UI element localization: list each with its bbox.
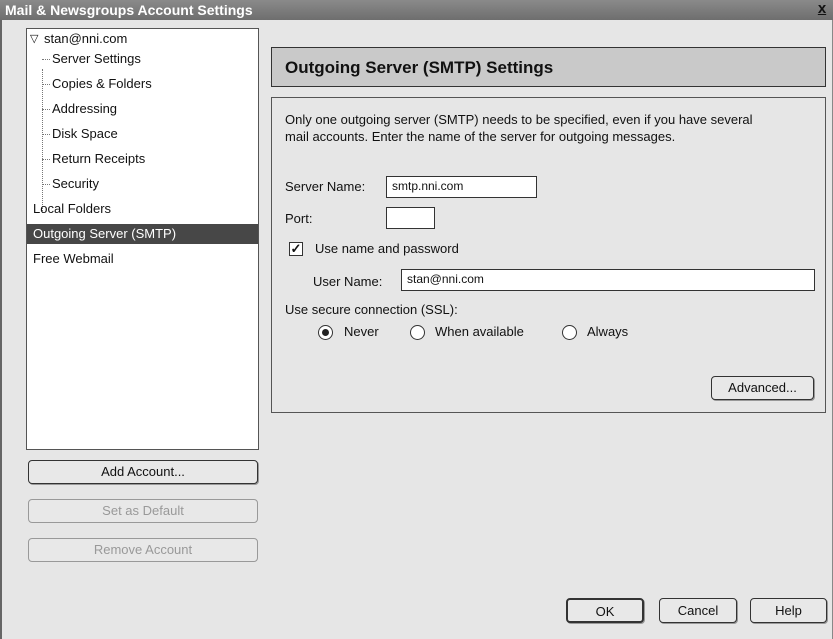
add-account-button[interactable]: Add Account... [28,460,258,484]
title-bar: Mail & Newsgroups Account Settings x [0,0,833,20]
tree-item-label: Return Receipts [52,151,146,166]
tree-item-label: Addressing [52,101,118,116]
user-name-label: User Name: [313,274,383,289]
help-button[interactable]: Help [750,598,827,623]
advanced-button[interactable]: Advanced... [711,376,814,400]
tree-item-free-webmail[interactable]: Free Webmail [27,249,258,269]
radio-dot [322,329,329,336]
collapse-triangle-icon[interactable]: ▽ [30,29,38,49]
tree-item-label: Local Folders [33,201,112,216]
server-name-input[interactable]: smtp.nni.com [386,176,537,198]
ssl-when-available-radio[interactable] [410,325,425,340]
ok-button[interactable]: OK [566,598,644,623]
ssl-never-radio[interactable] [318,325,333,340]
account-tree[interactable]: ▽ stan@nni.com Server Settings Copies & … [26,28,259,450]
tree-item-server-settings[interactable]: Server Settings [27,49,258,69]
port-label: Port: [285,211,313,226]
tree-item-disk-space[interactable]: Disk Space [27,124,258,144]
tree-item-label: Disk Space [52,126,118,141]
checkmark-icon: ✓ [290,241,302,256]
tree-item-label: Free Webmail [33,251,114,266]
user-name-input[interactable]: stan@nni.com [401,269,815,291]
tree-item-copies-folders[interactable]: Copies & Folders [27,74,258,94]
tree-item-label: Server Settings [52,51,141,66]
cancel-button[interactable]: Cancel [659,598,737,623]
smtp-settings-group: Only one outgoing server (SMTP) needs to… [271,97,826,413]
ssl-never-label: Never [344,324,379,339]
server-name-label: Server Name: [285,179,366,194]
window-title: Mail & Newsgroups Account Settings [5,2,253,18]
use-auth-checkbox[interactable]: ✓ [289,242,303,256]
tree-item-label: stan@nni.com [44,31,128,46]
description-line-2: mail accounts. Enter the name of the ser… [285,129,676,144]
ssl-always-radio[interactable] [562,325,577,340]
tree-item-label: Copies & Folders [52,76,152,91]
set-as-default-button[interactable]: Set as Default [28,499,258,523]
port-input[interactable] [386,207,435,229]
panel-header: Outgoing Server (SMTP) Settings [271,47,826,87]
ssl-label: Use secure connection (SSL): [285,302,458,317]
tree-item-outgoing-server[interactable]: Outgoing Server (SMTP) [27,224,258,244]
tree-item-addressing[interactable]: Addressing [27,99,258,119]
ssl-always-label: Always [587,324,629,339]
close-icon[interactable]: x [814,1,830,17]
tree-item-security[interactable]: Security [27,174,258,194]
tree-item-label: Security [52,176,99,191]
tree-item-local-folders[interactable]: Local Folders [27,199,258,219]
tree-item-label: Outgoing Server (SMTP) [33,226,177,241]
tree-item-return-receipts[interactable]: Return Receipts [27,149,258,169]
panel-title: Outgoing Server (SMTP) Settings [285,58,554,77]
description-line-1: Only one outgoing server (SMTP) needs to… [285,112,753,127]
use-auth-label: Use name and password [315,241,459,256]
ssl-when-available-label: When available [435,324,524,339]
remove-account-button[interactable]: Remove Account [28,538,258,562]
tree-item-account[interactable]: ▽ stan@nni.com [27,29,258,49]
